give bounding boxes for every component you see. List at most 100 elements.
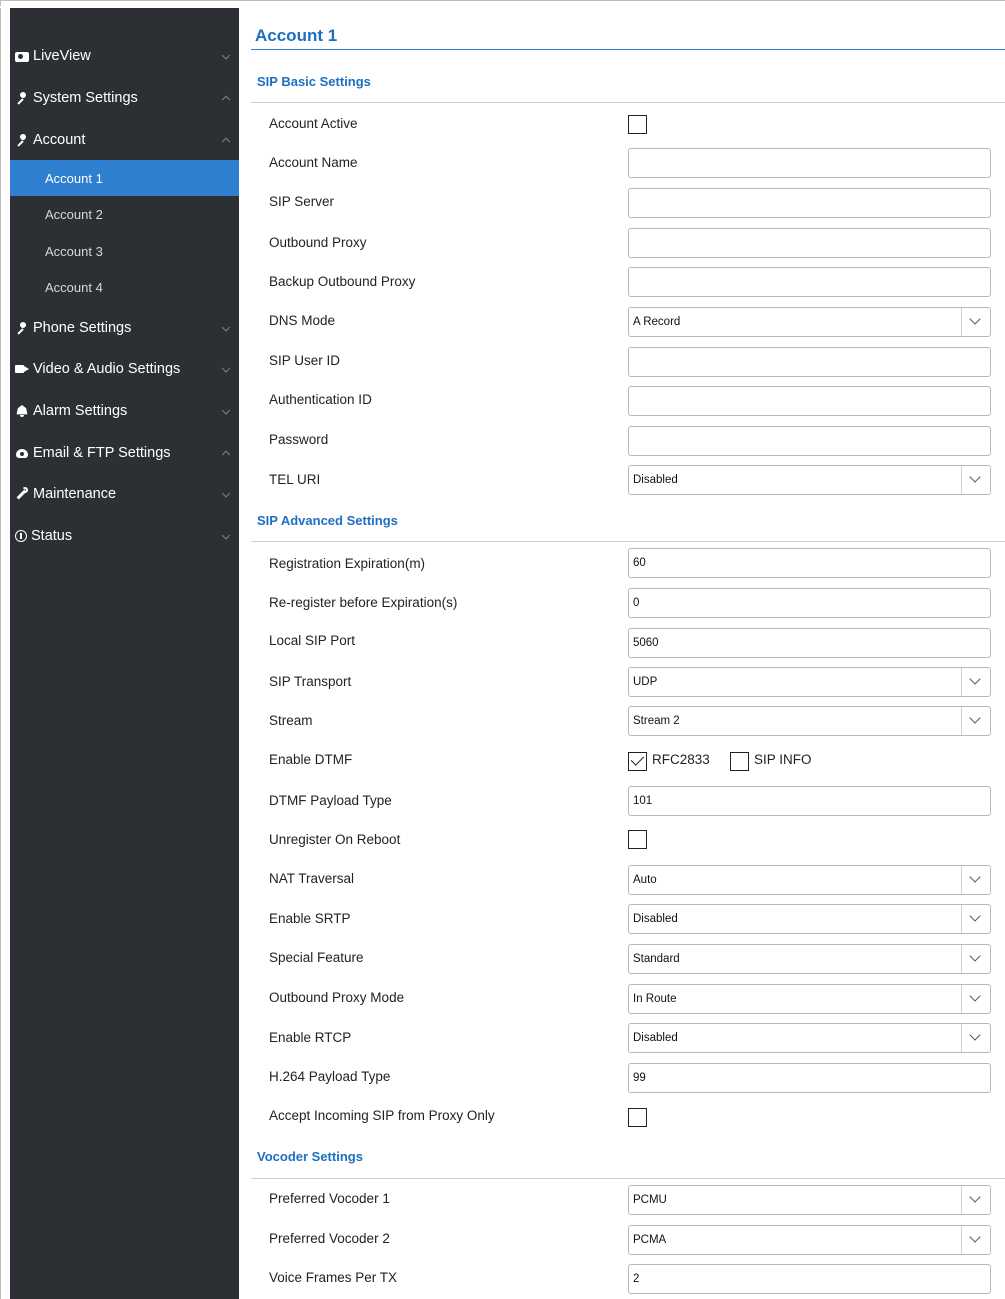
- sidebar-item-system-settings[interactable]: System Settings: [10, 78, 239, 118]
- dns-mode-select[interactable]: A Record: [628, 307, 991, 337]
- label-enable-dtmf: Enable DTMF: [269, 752, 353, 767]
- label-dtmf-payload-type: DTMF Payload Type: [269, 793, 392, 808]
- chevron-up-icon: [221, 95, 231, 105]
- chevron-up-icon: [221, 450, 231, 460]
- preferred-vocoder-2-value: PCMA: [633, 1234, 667, 1246]
- sidebar-item-maintenance[interactable]: Maintenance: [10, 474, 239, 514]
- sidebar-item-alarm-settings[interactable]: Alarm Settings: [10, 391, 239, 431]
- label-special-feature: Special Feature: [269, 950, 364, 965]
- accept-incoming-sip-checkbox[interactable]: [628, 1108, 647, 1127]
- sidebar-item-account[interactable]: Account: [10, 120, 239, 160]
- sip-transport-select[interactable]: UDP: [628, 667, 991, 697]
- sidebar-item-label: Account: [33, 132, 86, 148]
- outbound-proxy-mode-select[interactable]: In Route: [628, 984, 991, 1014]
- special-feature-select[interactable]: Standard: [628, 944, 991, 974]
- tel-uri-select[interactable]: Disabled: [628, 465, 991, 495]
- sidebar-item-video-audio-settings[interactable]: Video & Audio Settings: [10, 349, 239, 389]
- cloud-icon: [15, 446, 29, 460]
- section-divider: [251, 102, 1005, 103]
- sidebar-subitem-account-3[interactable]: Account 3: [10, 233, 239, 269]
- sidebar-item-label: Status: [31, 528, 73, 544]
- dns-mode-value: A Record: [633, 316, 681, 328]
- chevron-down-icon: [961, 707, 990, 735]
- sidebar-gutter: [0, 8, 10, 1299]
- account-name-field[interactable]: [628, 148, 991, 178]
- preferred-vocoder-2-select[interactable]: PCMA: [628, 1225, 991, 1255]
- h264-payload-type-field[interactable]: 99: [628, 1063, 991, 1093]
- special-feature-value: Standard: [633, 953, 680, 965]
- key-icon: [15, 133, 29, 147]
- outbound-proxy-field[interactable]: [628, 228, 991, 258]
- chevron-down-icon: [961, 466, 990, 494]
- sidebar: LiveView System Settings Account Account…: [10, 8, 239, 1299]
- section-divider: [251, 541, 1005, 542]
- preferred-vocoder-1-select[interactable]: PCMU: [628, 1185, 991, 1215]
- sidebar-item-label: System Settings: [33, 90, 138, 106]
- key-icon: [15, 321, 29, 335]
- local-sip-port-field[interactable]: 5060: [628, 628, 991, 658]
- voice-frames-per-tx-field[interactable]: 2: [628, 1264, 991, 1294]
- sidebar-subitem-label: Account 1: [45, 170, 103, 186]
- sidebar-item-email-ftp-settings[interactable]: Email & FTP Settings: [10, 433, 239, 473]
- chevron-up-icon: [221, 137, 231, 147]
- chevron-down-icon: [961, 1024, 990, 1052]
- sidebar-item-phone-settings[interactable]: Phone Settings: [10, 308, 239, 348]
- label-outbound-proxy-mode: Outbound Proxy Mode: [269, 990, 405, 1005]
- label-account-active: Account Active: [269, 116, 358, 131]
- rfc2833-checkbox[interactable]: [628, 752, 647, 771]
- sidebar-item-status[interactable]: Status: [10, 516, 239, 556]
- sidebar-subitem-account-1[interactable]: Account 1: [10, 160, 239, 196]
- chevron-down-icon: [961, 866, 990, 894]
- label-outbound-proxy: Outbound Proxy: [269, 235, 367, 250]
- authentication-id-field[interactable]: [628, 386, 991, 416]
- chevron-down-icon: [961, 668, 990, 696]
- rfc2833-label: RFC2833: [652, 752, 710, 767]
- stream-value: Stream 2: [633, 715, 680, 727]
- info-icon: [15, 530, 27, 542]
- sidebar-item-label: Email & FTP Settings: [33, 445, 171, 461]
- sip-server-field[interactable]: [628, 188, 991, 218]
- sidebar-subitem-account-4[interactable]: Account 4: [10, 269, 239, 305]
- page-title: Account 1: [255, 26, 338, 45]
- nat-traversal-select[interactable]: Auto: [628, 865, 991, 895]
- registration-expiration-field[interactable]: 60: [628, 548, 991, 578]
- label-preferred-vocoder-2: Preferred Vocoder 2: [269, 1231, 390, 1246]
- label-backup-outbound-proxy: Backup Outbound Proxy: [269, 274, 416, 289]
- label-account-name: Account Name: [269, 155, 358, 170]
- sidebar-item-label: Phone Settings: [33, 320, 132, 336]
- dtmf-payload-type-field[interactable]: 101: [628, 786, 991, 816]
- reregister-field[interactable]: 0: [628, 588, 991, 618]
- unregister-on-reboot-checkbox[interactable]: [628, 830, 647, 849]
- sip-user-id-field[interactable]: [628, 347, 991, 377]
- enable-rtcp-value: Disabled: [633, 1032, 678, 1044]
- bell-icon: [15, 404, 29, 418]
- sidebar-item-liveview[interactable]: LiveView: [10, 36, 239, 76]
- section-title-vocoder: Vocoder Settings: [257, 1149, 363, 1164]
- label-authentication-id: Authentication ID: [269, 392, 372, 407]
- password-field[interactable]: [628, 426, 991, 456]
- enable-rtcp-select[interactable]: Disabled: [628, 1023, 991, 1053]
- main-content: Account 1 SIP Basic Settings Account Act…: [239, 0, 1005, 1299]
- backup-outbound-proxy-field[interactable]: [628, 267, 991, 297]
- sidebar-item-label: LiveView: [33, 48, 91, 64]
- label-unregister-on-reboot: Unregister On Reboot: [269, 832, 401, 847]
- account-active-checkbox[interactable]: [628, 115, 647, 134]
- chevron-down-icon: [961, 1186, 990, 1214]
- sidebar-item-label: Alarm Settings: [33, 403, 128, 419]
- nat-traversal-value: Auto: [633, 874, 657, 886]
- label-accept-incoming-sip: Accept Incoming SIP from Proxy Only: [269, 1108, 495, 1123]
- enable-srtp-select[interactable]: Disabled: [628, 904, 991, 934]
- chevron-down-icon: [961, 985, 990, 1013]
- label-local-sip-port: Local SIP Port: [269, 633, 356, 648]
- key-icon: [15, 91, 29, 105]
- chevron-down-icon: [221, 406, 231, 415]
- chevron-down-icon: [961, 945, 990, 973]
- label-sip-transport: SIP Transport: [269, 674, 352, 689]
- sidebar-subitem-account-2[interactable]: Account 2: [10, 196, 239, 232]
- chevron-down-icon: [221, 489, 231, 498]
- label-password: Password: [269, 432, 329, 447]
- chevron-down-icon: [221, 364, 231, 373]
- label-tel-uri: TEL URI: [269, 472, 321, 487]
- stream-select[interactable]: Stream 2: [628, 706, 991, 736]
- sip-info-checkbox[interactable]: [730, 752, 749, 771]
